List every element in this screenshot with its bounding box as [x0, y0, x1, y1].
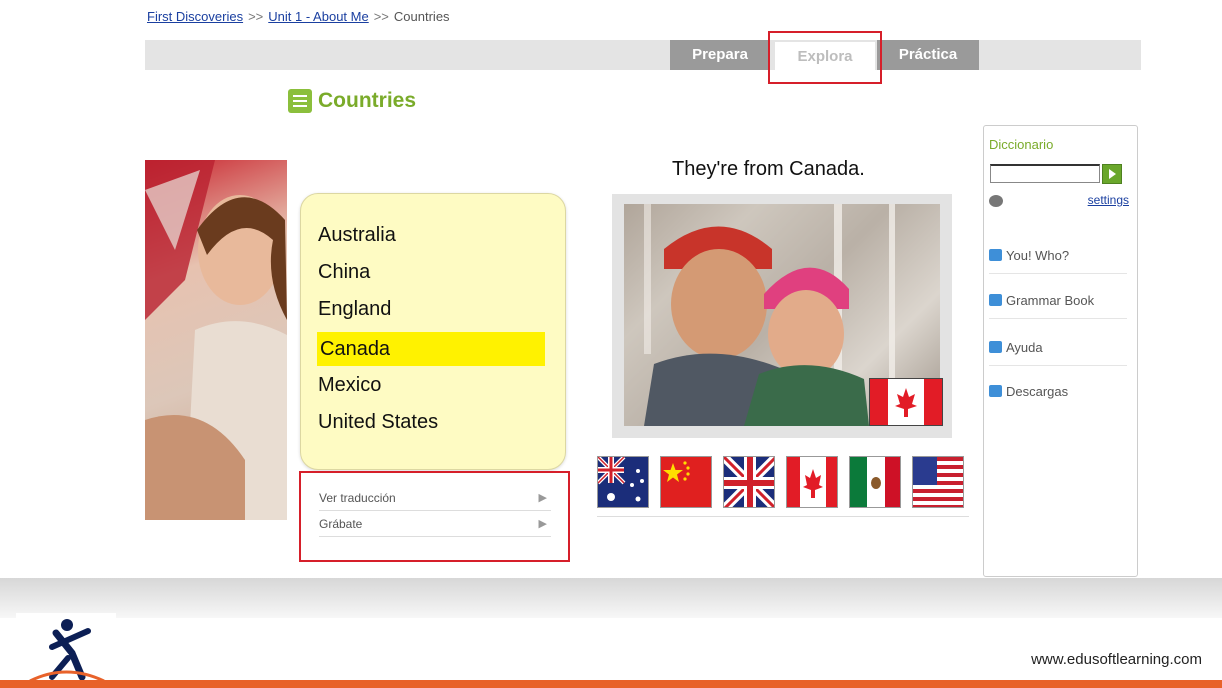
you-who-label: You! Who?: [1006, 248, 1070, 263]
breadcrumb-unit-1[interactable]: Unit 1 - About Me: [268, 9, 368, 24]
dictionary-search-input[interactable]: [990, 164, 1100, 183]
download-icon: [989, 385, 1002, 397]
tab-bar: [145, 40, 1141, 70]
canada-flag-icon: [869, 378, 943, 426]
breadcrumb: First Discoveries >> Unit 1 - About Me >> Co…: [147, 9, 450, 24]
flags-row: [597, 456, 969, 517]
tab-practica[interactable]: Práctica: [877, 40, 979, 70]
lesson-photo: [612, 194, 952, 438]
decorative-photo: [145, 160, 287, 520]
tab-prepara[interactable]: Prepara: [670, 40, 770, 70]
couple-photo: [624, 204, 943, 426]
descargas-link[interactable]: Descargas: [989, 384, 1127, 409]
breadcrumb-first-discoveries[interactable]: First Discoveries: [147, 9, 243, 24]
you-who-link[interactable]: You! Who?: [989, 248, 1127, 274]
page-title: Countries: [288, 82, 416, 120]
australia-flag-icon[interactable]: [597, 456, 649, 508]
usa-flag-icon[interactable]: [912, 456, 964, 508]
breadcrumb-separator: >>: [373, 9, 389, 24]
grammar-book-icon: [989, 294, 1002, 306]
country-item-united-states[interactable]: United States: [318, 411, 438, 434]
grammar-book-label: Grammar Book: [1006, 293, 1095, 308]
country-item-england[interactable]: England: [318, 298, 391, 321]
ayuda-label: Ayuda: [1006, 340, 1043, 355]
woman-photo-illustration: [145, 160, 287, 520]
country-item-china[interactable]: China: [318, 261, 370, 284]
lesson-icon: [288, 89, 312, 113]
uk-flag-icon[interactable]: [723, 456, 775, 508]
chat-bubble-icon: [989, 249, 1002, 261]
audio-icon[interactable]: [989, 195, 1003, 207]
grammar-book-link[interactable]: Grammar Book: [989, 293, 1127, 319]
page-title-text: Countries: [318, 89, 417, 112]
descargas-label: Descargas: [1006, 384, 1069, 399]
dictionary-settings-link[interactable]: settings: [1088, 193, 1129, 207]
footer-url: www.edusoftlearning.com: [1031, 651, 1202, 668]
lesson-sentence: They're from Canada.: [672, 158, 865, 180]
edusoft-logo: [16, 613, 116, 683]
china-flag-icon[interactable]: [660, 456, 712, 508]
footer-band: [0, 578, 1222, 618]
breadcrumb-current: Countries: [393, 9, 450, 24]
dictionary-go-button[interactable]: [1102, 164, 1122, 184]
country-item-mexico[interactable]: Mexico: [318, 374, 381, 397]
annotation-highlight-actions: [299, 471, 570, 562]
dictionary-panel: Diccionario settings You! Who? Grammar B…: [983, 125, 1138, 577]
canada-flag-icon[interactable]: [786, 456, 838, 508]
ayuda-link[interactable]: Ayuda: [989, 340, 1127, 366]
mexico-flag-icon[interactable]: [849, 456, 901, 508]
country-list-card: Australia China England Canada Mexico Un…: [300, 193, 566, 470]
help-icon: [989, 341, 1002, 353]
country-item-australia[interactable]: Australia: [318, 224, 396, 247]
dictionary-title: Diccionario: [989, 137, 1054, 152]
footer-bar: [0, 680, 1222, 688]
country-item-canada[interactable]: Canada: [317, 332, 545, 366]
annotation-highlight-tab: [768, 31, 882, 84]
breadcrumb-separator: >>: [248, 9, 264, 24]
